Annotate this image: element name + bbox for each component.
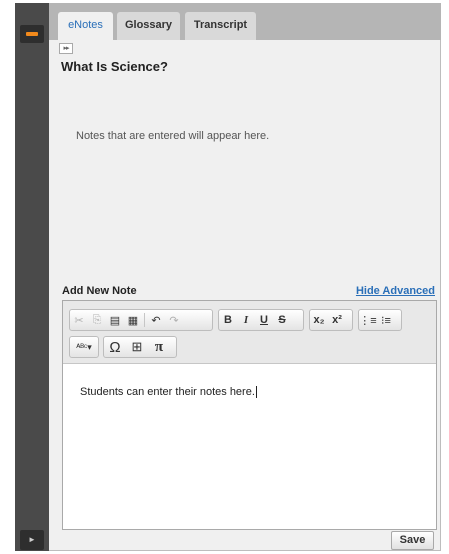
bold-icon[interactable]: B — [219, 310, 237, 330]
spellcheck-icon[interactable]: ᴬᴮᶜ▾ — [70, 337, 98, 357]
play-arrow-icon: ► — [28, 535, 36, 544]
expand-arrow-button[interactable]: ► — [20, 530, 44, 550]
paste-icon[interactable]: ▤ — [106, 310, 124, 330]
tab-enotes[interactable]: eNotes — [58, 12, 113, 40]
list-group: ⋮≡ ⁝≡ — [358, 309, 402, 331]
clipboard-group: ✂ ⎘ ▤ ▦ ↶ ↷ — [69, 309, 213, 331]
math-pi-icon[interactable]: π — [148, 337, 170, 357]
collapse-panel-button[interactable] — [20, 25, 44, 43]
editor-content: Students can enter their notes here. — [80, 386, 255, 398]
tab-bar: eNotes Glossary Transcript — [49, 3, 441, 40]
note-editor: ✂ ⎘ ▤ ▦ ↶ ↷ B I U S x₂ x² ⋮≡ ⁝≡ ᴬᴮᶜ▾ Ω ⊞… — [62, 300, 437, 530]
table-icon[interactable]: ⊞ — [126, 337, 148, 357]
strikethrough-icon[interactable]: S — [273, 310, 291, 330]
notes-empty-message: Notes that are entered will appear here. — [76, 130, 270, 142]
tab-glossary[interactable]: Glossary — [117, 12, 180, 40]
toolbar-divider — [144, 313, 145, 327]
subscript-icon[interactable]: x₂ — [310, 310, 328, 330]
insert-group: Ω ⊞ π — [103, 336, 177, 358]
paste-word-icon[interactable]: ▦ — [124, 310, 142, 330]
formatting-group: B I U S — [218, 309, 304, 331]
editor-toolbar: ✂ ⎘ ▤ ▦ ↶ ↷ B I U S x₂ x² ⋮≡ ⁝≡ ᴬᴮᶜ▾ Ω ⊞… — [63, 301, 436, 364]
special-character-icon[interactable]: Ω — [104, 337, 126, 357]
save-button[interactable]: Save — [391, 531, 434, 550]
add-note-label: Add New Note — [62, 285, 137, 297]
spellcheck-group: ᴬᴮᶜ▾ — [69, 336, 99, 358]
bulleted-list-icon[interactable]: ⁝≡ — [377, 310, 395, 330]
redo-icon[interactable]: ↷ — [165, 310, 183, 330]
side-rail: ► — [15, 3, 49, 551]
minus-icon — [26, 32, 38, 36]
script-group: x₂ x² — [309, 309, 353, 331]
copy-icon[interactable]: ⎘ — [88, 310, 106, 330]
underline-icon[interactable]: U — [255, 310, 273, 330]
notes-panel: eNotes Glossary Transcript ▸▸ What Is Sc… — [49, 3, 441, 551]
superscript-icon[interactable]: x² — [328, 310, 346, 330]
page-title: What Is Science? — [61, 59, 168, 74]
numbered-list-icon[interactable]: ⋮≡ — [359, 310, 377, 330]
text-caret — [255, 386, 257, 399]
italic-icon[interactable]: I — [237, 310, 255, 330]
tab-transcript[interactable]: Transcript — [185, 12, 256, 40]
cut-icon[interactable]: ✂ — [70, 310, 88, 330]
hide-advanced-link[interactable]: Hide Advanced — [356, 285, 435, 297]
undo-icon[interactable]: ↶ — [147, 310, 165, 330]
expand-toggle-icon[interactable]: ▸▸ — [59, 43, 73, 54]
editor-text-area[interactable]: Students can enter their notes here. — [63, 364, 436, 529]
